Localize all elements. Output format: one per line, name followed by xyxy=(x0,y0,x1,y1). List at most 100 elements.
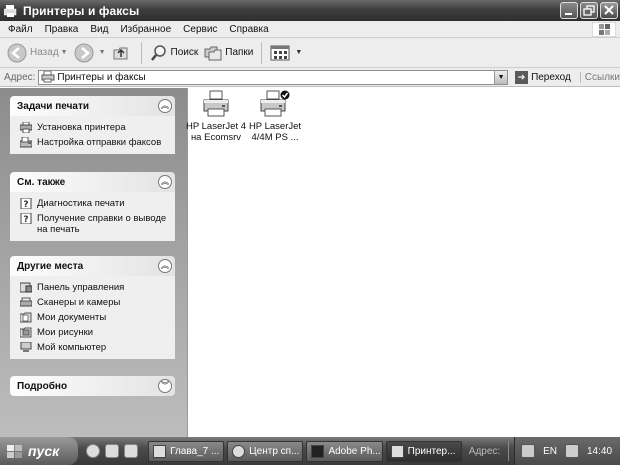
printer-name-line2: 4/4M PS ... xyxy=(251,132,299,143)
clock[interactable]: 14:40 xyxy=(587,446,612,457)
panel-header[interactable]: Другие места ︽ xyxy=(10,256,175,276)
collapse-icon[interactable]: ︽ xyxy=(158,175,172,189)
task-label: Установка принтера xyxy=(37,122,126,133)
task-label: Мои документы xyxy=(37,312,107,323)
printer-name-line1: HP LaserJet xyxy=(248,121,302,132)
system-tray: EN 14:40 xyxy=(514,437,620,465)
close-button[interactable] xyxy=(600,2,618,19)
menu-tools[interactable]: Сервис xyxy=(177,24,223,35)
place-my-documents[interactable]: Мои документы xyxy=(20,312,169,323)
place-my-pictures[interactable]: Мои рисунки xyxy=(20,327,169,338)
panel-header[interactable]: Подробно ︾ xyxy=(10,376,175,396)
printer-icon xyxy=(260,90,290,117)
printer-icon xyxy=(203,90,229,117)
fax-icon xyxy=(20,137,32,148)
address-field[interactable]: Принтеры и факсы ▼ xyxy=(38,69,509,85)
panel-other-places: Другие места ︽ Панель управления Сканеры… xyxy=(10,256,175,359)
forward-arrow-icon xyxy=(74,43,94,62)
my-pictures-icon xyxy=(20,327,32,338)
folders-button[interactable]: Папки xyxy=(201,41,256,65)
folders-icon xyxy=(204,46,222,60)
printer-item-default[interactable]: HP LaserJet 4/4M PS ... xyxy=(238,88,312,143)
task-label: Настройка отправки факсов xyxy=(37,137,162,148)
search-button[interactable]: Поиск xyxy=(147,41,202,65)
menu-edit[interactable]: Правка xyxy=(39,24,85,35)
go-button[interactable]: ➔ Переход xyxy=(515,70,571,84)
place-my-computer[interactable]: Мой компьютер xyxy=(20,342,169,353)
collapse-icon[interactable]: ︽ xyxy=(158,99,172,113)
search-label: Поиск xyxy=(170,47,199,58)
menu-help[interactable]: Справка xyxy=(223,24,274,35)
expand-icon[interactable]: ︾ xyxy=(158,379,172,393)
taskbar-item-photoshop[interactable]: Adobe Ph... xyxy=(306,440,383,462)
minimize-icon xyxy=(565,13,572,15)
address-dropdown-button[interactable]: ▼ xyxy=(494,70,508,84)
back-button[interactable]: Назад ▼ xyxy=(4,41,71,65)
panel-see-also: См. также ︽ ? Диагностика печати ? Получ… xyxy=(10,172,175,241)
links-button[interactable]: Ссылки xyxy=(579,71,620,83)
task-label: Диагностика печати xyxy=(37,198,125,209)
internet-explorer-icon[interactable] xyxy=(86,444,101,458)
address-label: Адрес: xyxy=(4,71,36,83)
panel-print-tasks: Задачи печати ︽ Установка принтера Настр… xyxy=(10,96,175,154)
minimize-button[interactable] xyxy=(560,2,578,19)
task-add-printer[interactable]: Установка принтера xyxy=(20,122,169,133)
task-printing-help[interactable]: ? Получение справки о выводе на печать xyxy=(20,213,169,235)
back-dropdown-icon[interactable]: ▼ xyxy=(61,49,68,56)
svg-text:?: ? xyxy=(23,215,28,224)
collapse-icon[interactable]: ︽ xyxy=(158,259,172,273)
views-button[interactable]: ▼ xyxy=(267,41,305,65)
window-title: Принтеры и факсы xyxy=(23,3,140,18)
task-fax-setup[interactable]: Настройка отправки факсов xyxy=(20,137,169,148)
place-control-panel[interactable]: Панель управления xyxy=(20,282,169,293)
media-player-icon[interactable] xyxy=(105,444,120,458)
panel-title: Подробно xyxy=(17,380,68,392)
views-icon xyxy=(270,45,290,60)
file-view: HP LaserJet 4 на Ecomsrv HP LaserJet 4/4… xyxy=(186,88,620,437)
menu-view[interactable]: Вид xyxy=(84,24,114,35)
panel-title: См. также xyxy=(17,176,66,188)
title-bar: Принтеры и факсы xyxy=(0,0,620,21)
menu-favorites[interactable]: Избранное xyxy=(114,24,177,35)
taskbar-item-word[interactable]: Глава_7 ... xyxy=(148,440,225,462)
start-button[interactable]: пуск xyxy=(0,437,79,465)
task-label: Мои рисунки xyxy=(37,327,94,338)
help-icon: ? xyxy=(20,198,32,209)
panel-details: Подробно ︾ xyxy=(10,376,175,396)
scanner-icon xyxy=(20,297,32,307)
menu-file[interactable]: Файл xyxy=(2,24,39,35)
place-scanners-cameras[interactable]: Сканеры и камеры xyxy=(20,297,169,308)
taskbar-item-help-center[interactable]: Центр сп... xyxy=(227,440,304,462)
toolbar-separator xyxy=(140,41,142,64)
photoshop-icon xyxy=(311,444,325,458)
forward-button[interactable]: ▼ xyxy=(71,41,109,65)
language-indicator[interactable]: EN xyxy=(543,446,557,457)
windows-logo-icon xyxy=(592,22,616,37)
task-troubleshoot-printing[interactable]: ? Диагностика печати xyxy=(20,198,169,209)
quick-launch xyxy=(86,444,139,458)
maximize-button[interactable] xyxy=(580,2,598,19)
panel-header[interactable]: См. также ︽ xyxy=(10,172,175,192)
printer-icon xyxy=(390,444,404,458)
panel-header[interactable]: Задачи печати ︽ xyxy=(10,96,175,116)
control-panel-icon xyxy=(20,282,32,293)
task-label: Сканеры и камеры xyxy=(37,297,121,308)
svg-text:?: ? xyxy=(23,200,28,209)
up-folder-icon xyxy=(113,47,128,59)
up-folder-button[interactable] xyxy=(109,41,136,65)
task-pane: Задачи печати ︽ Установка принтера Настр… xyxy=(0,88,187,437)
restore-icon xyxy=(583,5,595,16)
taskbar-item-label: Adobe Ph... xyxy=(328,445,381,457)
toolbar: Назад ▼ ▼ Поиск Папки ▼ xyxy=(0,38,620,68)
my-documents-icon xyxy=(20,312,32,323)
taskbar-address-label[interactable]: Адрес: xyxy=(469,446,500,457)
show-desktop-icon[interactable] xyxy=(124,444,139,458)
taskbar: пуск Глава_7 ... Центр сп... Adobe Ph...… xyxy=(0,437,620,465)
views-dropdown-icon[interactable]: ▼ xyxy=(295,49,302,56)
address-bar: Адрес: Принтеры и факсы ▼ ➔ Переход Ссыл… xyxy=(0,68,620,87)
volume-icon[interactable] xyxy=(564,444,579,458)
network-icon[interactable] xyxy=(521,444,536,458)
forward-dropdown-icon[interactable]: ▼ xyxy=(99,49,106,56)
taskbar-item-printers[interactable]: Принтер... xyxy=(385,440,462,462)
search-icon xyxy=(150,44,166,61)
